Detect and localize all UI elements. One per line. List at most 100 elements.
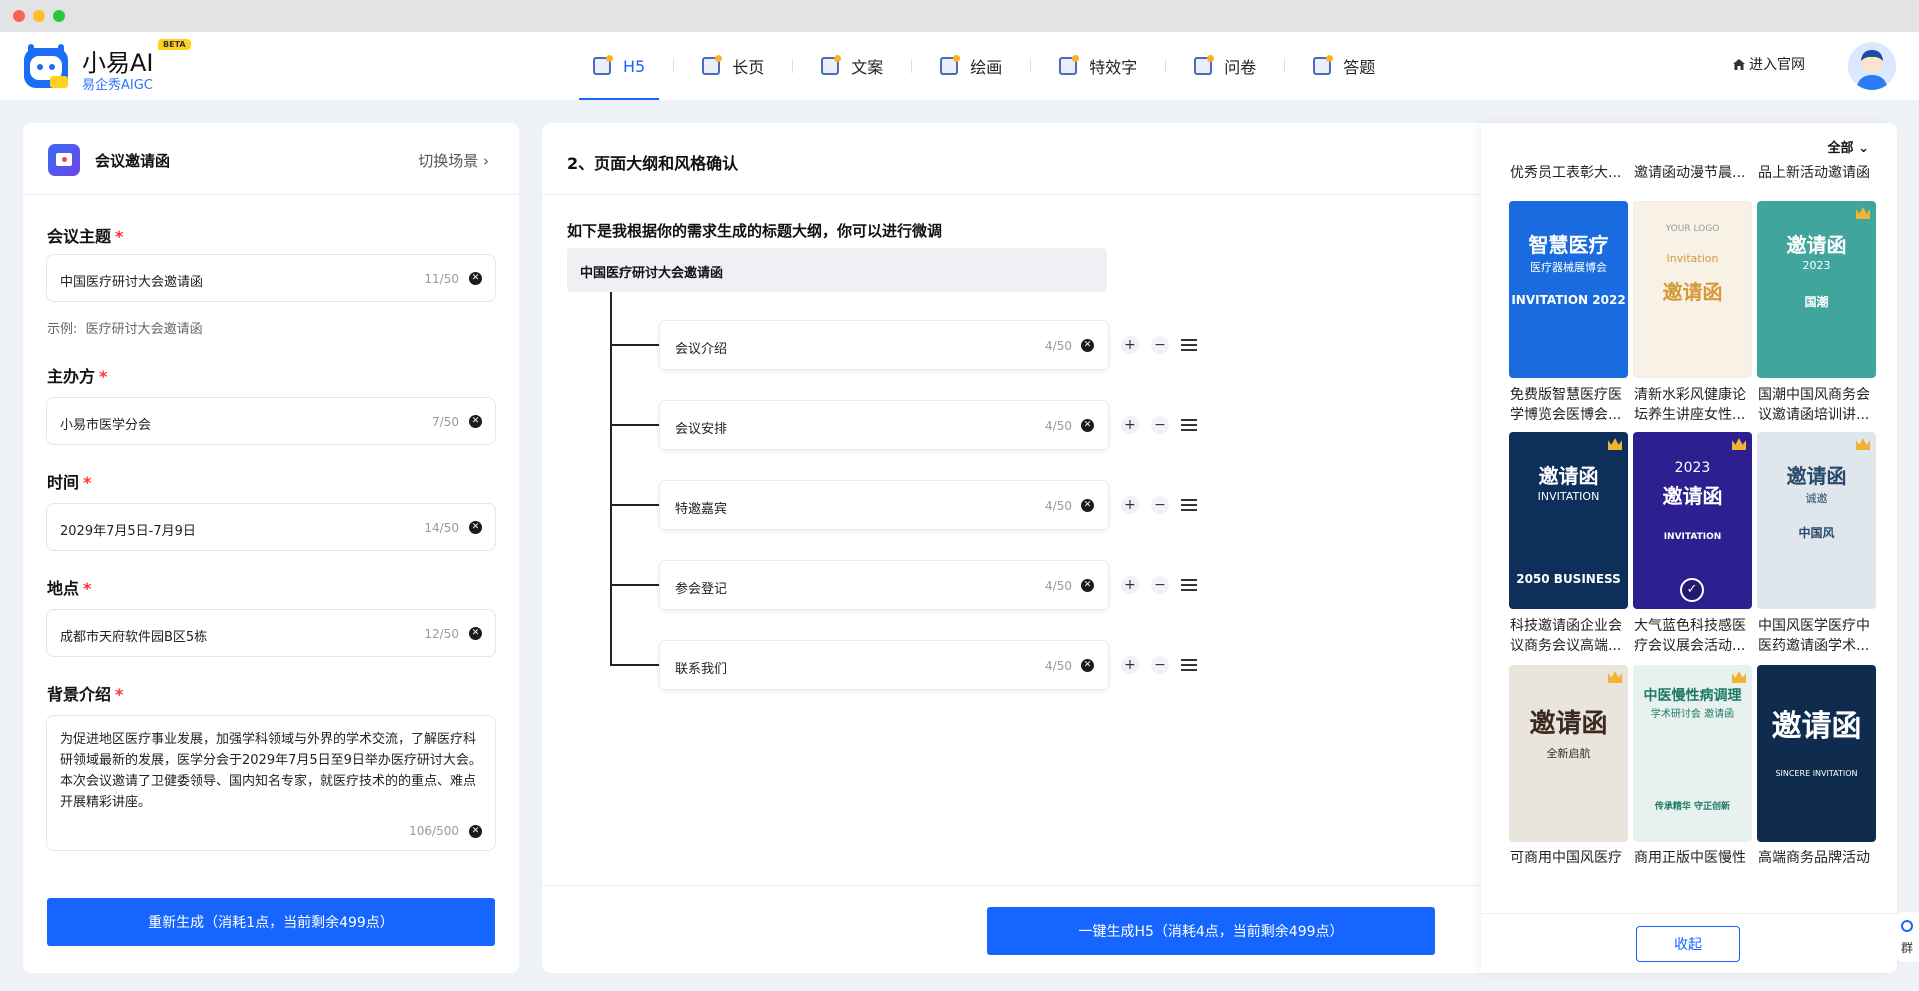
clear-icon[interactable]: ✕ [469, 272, 482, 285]
tab-label: H5 [623, 56, 646, 76]
textarea-value: 为促进地区医疗事业发展，加强学科领域与外界的学术交流，了解医疗科研领域最新的发展… [60, 732, 482, 810]
robot-logo-icon[interactable] [22, 42, 70, 90]
clear-icon[interactable]: ✕ [1081, 419, 1094, 432]
tab-copywriting[interactable]: 文案 [793, 32, 911, 100]
template-card[interactable]: 邀请函 诚邀 中国风 [1757, 432, 1876, 609]
scene-form-panel: 会议邀请函 切换场景 › 会议主题 * 中国医疗研讨大会邀请函 11/50 ✕ 示… [23, 123, 519, 973]
minimize-window-icon[interactable] [33, 10, 45, 22]
tab-survey[interactable]: 问卷 [1166, 32, 1284, 100]
required-mark: * [83, 579, 92, 598]
clear-icon[interactable]: ✕ [469, 521, 482, 534]
window-titlebar [0, 0, 1919, 32]
card-title: 邀请函 [1786, 464, 1847, 488]
effect-text-icon [1059, 55, 1080, 75]
beta-badge: BETA [158, 39, 191, 50]
outline-node[interactable]: 联系我们 4/50 ✕ [659, 640, 1109, 690]
template-card[interactable]: 邀请函 2023 国潮 [1757, 201, 1876, 378]
caption-line: 科技邀请函企业会 [1510, 618, 1622, 634]
clear-icon[interactable]: ✕ [469, 825, 482, 838]
add-node-icon[interactable]: + [1121, 416, 1139, 434]
drag-handle-icon[interactable] [1181, 419, 1197, 431]
field-label-location: 地点 * [47, 575, 91, 599]
official-site-link[interactable]: 进入官网 [1733, 54, 1805, 74]
footer-divider [542, 885, 1481, 886]
filter-dropdown[interactable]: 全部 ⌄ [1828, 137, 1869, 156]
group-side-tab[interactable]: 群 [1897, 912, 1919, 962]
location-input[interactable]: 成都市天府软件园B区5栋 12/50 ✕ [46, 609, 496, 657]
input-value: 小易市医学分会 [60, 418, 152, 433]
maximize-window-icon[interactable] [53, 10, 65, 22]
switch-scene-button[interactable]: 切换场景 › [418, 150, 489, 171]
tab-label: 绘画 [970, 58, 1003, 77]
node-label: 会议安排 [675, 422, 728, 437]
user-avatar[interactable] [1848, 42, 1896, 90]
clear-icon[interactable]: ✕ [469, 627, 482, 640]
card-title: 邀请函 [1786, 233, 1847, 257]
template-caption: 大气蓝色科技感医 疗会议展会活动... [1634, 616, 1756, 656]
tab-effect-text[interactable]: 特效字 [1031, 32, 1165, 100]
drag-handle-icon[interactable] [1181, 659, 1197, 671]
tab-h5[interactable]: H5 [565, 32, 673, 100]
template-card[interactable]: 邀请函 INVITATION 2050 BUSINESS [1509, 432, 1628, 609]
char-count: 14/50 [424, 521, 459, 535]
template-panel: 全部 ⌄ 优秀员工表彰大... 邀请函动漫节晨... 品上新活动邀请函 智慧医疗… [1481, 123, 1897, 973]
official-site-label: 进入官网 [1749, 57, 1805, 73]
clear-icon[interactable]: ✕ [1081, 339, 1094, 352]
time-input[interactable]: 2029年7月5日-7月9日 14/50 ✕ [46, 503, 496, 551]
side-tab-label: 群 [1901, 941, 1914, 955]
drag-handle-icon[interactable] [1181, 579, 1197, 591]
clear-icon[interactable]: ✕ [1081, 499, 1094, 512]
outline-root[interactable]: 中国医疗研讨大会邀请函 [567, 248, 1107, 292]
drag-handle-icon[interactable] [1181, 339, 1197, 351]
template-card[interactable]: 邀请函 2023 INVITATION ✓ [1633, 432, 1752, 609]
generate-h5-button[interactable]: 一键生成H5（消耗4点，当前剩余499点） [987, 907, 1435, 955]
drag-handle-icon[interactable] [1181, 499, 1197, 511]
template-card[interactable]: 中医慢性病调理 学术研讨会 邀请函 传承精华 守正创新 [1633, 665, 1752, 842]
outline-node[interactable]: 参会登记 4/50 ✕ [659, 560, 1109, 610]
card-title: 邀请函 [1529, 709, 1608, 739]
close-window-icon[interactable] [13, 10, 25, 22]
remove-node-icon[interactable]: − [1151, 336, 1169, 354]
organizer-input[interactable]: 小易市医学分会 7/50 ✕ [46, 397, 496, 445]
template-caption: 清新水彩风健康论 坛养生讲座女性... [1634, 385, 1756, 425]
required-mark: * [115, 685, 124, 704]
template-caption: 商用正版中医慢性 [1634, 848, 1756, 868]
caption-line: 大气蓝色科技感医 [1634, 618, 1746, 634]
template-card[interactable]: 智慧医疗 医疗器械展博会 INVITATION 2022 [1509, 201, 1628, 378]
caption-line: 国潮中国风商务会 [1758, 387, 1870, 403]
template-card[interactable]: 邀请函 Invitation YOUR LOGO [1633, 201, 1752, 378]
clear-icon[interactable]: ✕ [1081, 659, 1094, 672]
template-caption: 邀请函动漫节晨... [1634, 165, 1746, 181]
field-label-text: 地点 [47, 579, 80, 598]
tree-branch [610, 584, 659, 586]
remove-node-icon[interactable]: − [1151, 416, 1169, 434]
outline-node[interactable]: 特邀嘉宾 4/50 ✕ [659, 480, 1109, 530]
caption-line: 商用正版中医慢性 [1634, 850, 1746, 866]
template-caption: 高端商务品牌活动 [1758, 848, 1880, 868]
template-card[interactable]: 邀请函 SINCERE INVITATION [1757, 665, 1876, 842]
step-title: 2、页面大纲和风格确认 [567, 154, 739, 173]
add-node-icon[interactable]: + [1121, 656, 1139, 674]
caption-line: 议商务会议高端... [1510, 638, 1622, 654]
background-textarea[interactable]: 为促进地区医疗事业发展，加强学科领域与外界的学术交流，了解医疗科研领域最新的发展… [46, 715, 496, 851]
clear-icon[interactable]: ✕ [1081, 579, 1094, 592]
add-node-icon[interactable]: + [1121, 576, 1139, 594]
regenerate-button[interactable]: 重新生成（消耗1点，当前剩余499点） [47, 898, 495, 946]
remove-node-icon[interactable]: − [1151, 576, 1169, 594]
add-node-icon[interactable]: + [1121, 336, 1139, 354]
outline-node[interactable]: 会议安排 4/50 ✕ [659, 400, 1109, 450]
field-label-text: 时间 [47, 473, 80, 492]
example-value: 医疗研讨大会邀请函 [85, 322, 203, 337]
topic-input[interactable]: 中国医疗研讨大会邀请函 11/50 ✕ [46, 254, 496, 302]
collapse-button[interactable]: 收起 [1636, 926, 1740, 962]
tab-quiz[interactable]: 答题 [1285, 32, 1403, 100]
add-node-icon[interactable]: + [1121, 496, 1139, 514]
long-page-icon [702, 55, 723, 75]
outline-node[interactable]: 会议介绍 4/50 ✕ [659, 320, 1109, 370]
template-card[interactable]: 邀请函 全新启航 [1509, 665, 1628, 842]
tab-painting[interactable]: 绘画 [912, 32, 1030, 100]
remove-node-icon[interactable]: − [1151, 496, 1169, 514]
remove-node-icon[interactable]: − [1151, 656, 1169, 674]
clear-icon[interactable]: ✕ [469, 415, 482, 428]
tab-long-page[interactable]: 长页 [674, 32, 792, 100]
